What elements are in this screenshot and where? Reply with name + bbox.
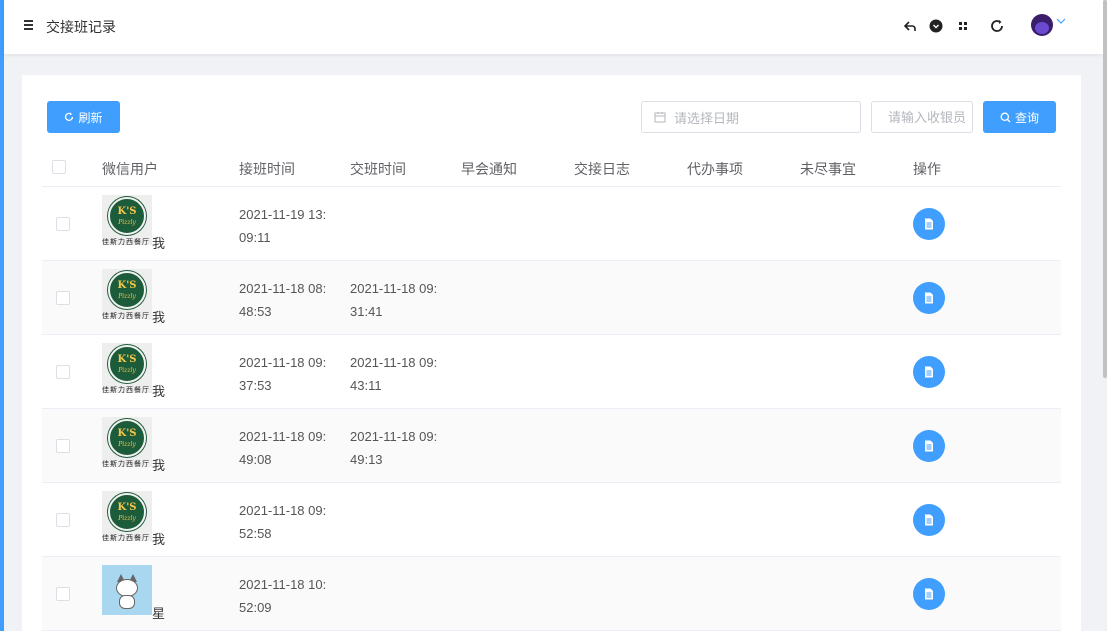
chevron-down-icon[interactable] xyxy=(1056,16,1066,28)
search-icon xyxy=(1000,112,1011,122)
column-header: 交接日志 xyxy=(574,161,630,177)
back-icon[interactable] xyxy=(900,16,920,36)
start-time: 2021-11-18 10:52:09 xyxy=(239,577,327,615)
user-avatar xyxy=(102,565,152,615)
view-detail-button[interactable] xyxy=(913,282,945,314)
document-icon xyxy=(925,366,933,378)
document-icon xyxy=(925,588,933,600)
apps-icon[interactable] xyxy=(953,16,973,36)
user-name: 我 xyxy=(152,458,166,473)
user-avatar: K'S Pizzly 佳斯力西餐厅 xyxy=(102,269,152,319)
date-placeholder: 请选择日期 xyxy=(674,110,740,126)
column-header: 交班时间 xyxy=(350,161,406,177)
row-checkbox[interactable] xyxy=(56,587,70,601)
view-detail-button[interactable] xyxy=(913,208,945,240)
user-name: 我 xyxy=(152,236,166,251)
select-all-checkbox[interactable] xyxy=(52,160,66,174)
records-table: 微信用户 接班时间 交班时间 早会通知 交接日志 代办事项 未尽事宜 操作 K'… xyxy=(42,149,1061,631)
column-header: 早会通知 xyxy=(461,161,517,177)
search-button[interactable]: 查询 xyxy=(983,101,1056,133)
column-header: 操作 xyxy=(913,161,941,177)
restaurant-logo: K'S Pizzly xyxy=(108,345,146,383)
row-checkbox[interactable] xyxy=(56,217,70,231)
user-name: 我 xyxy=(152,310,166,325)
start-time: 2021-11-18 09:49:08 xyxy=(239,429,327,467)
user-name: 我 xyxy=(152,384,166,399)
refresh-label: 刷新 xyxy=(78,110,103,125)
end-time: 2021-11-18 09:31:41 xyxy=(350,281,438,319)
table-row: K'S Pizzly 佳斯力西餐厅 我 2021-11-18 09:37:53 2… xyxy=(42,335,1061,409)
content-card: 刷新 请选择日期 查询 微信用户 接班时间 交班时间 早会通知 交接日志 代办事… xyxy=(22,75,1081,631)
refresh-icon xyxy=(65,112,74,121)
table-row: K'S Pizzly 佳斯力西餐厅 我 2021-11-18 09:49:08 2… xyxy=(42,409,1061,483)
user-avatar: K'S Pizzly 佳斯力西餐厅 xyxy=(102,491,152,541)
user-avatar: K'S Pizzly 佳斯力西餐厅 xyxy=(102,417,152,467)
user-name: 我 xyxy=(152,532,166,547)
end-time: 2021-11-18 09:49:13 xyxy=(350,429,438,467)
view-detail-button[interactable] xyxy=(913,504,945,536)
restaurant-logo: K'S Pizzly xyxy=(108,419,146,457)
row-checkbox[interactable] xyxy=(56,291,70,305)
start-time: 2021-11-18 09:52:58 xyxy=(239,503,327,541)
restaurant-logo: K'S Pizzly xyxy=(108,271,146,309)
column-header: 微信用户 xyxy=(102,161,158,177)
table-header: 微信用户 接班时间 交班时间 早会通知 交接日志 代办事项 未尽事宜 操作 xyxy=(42,149,1061,187)
refresh-button[interactable]: 刷新 xyxy=(47,101,120,133)
github-icon[interactable] xyxy=(926,16,946,36)
view-detail-button[interactable] xyxy=(913,578,945,610)
column-header: 接班时间 xyxy=(239,161,295,177)
document-icon xyxy=(925,218,933,230)
date-picker[interactable]: 请选择日期 xyxy=(641,101,861,133)
view-detail-button[interactable] xyxy=(913,430,945,462)
view-detail-button[interactable] xyxy=(913,356,945,388)
column-header: 未尽事宜 xyxy=(800,161,856,177)
end-time: 2021-11-18 09:43:11 xyxy=(350,355,438,393)
avatar[interactable] xyxy=(1031,14,1053,36)
column-header: 代办事项 xyxy=(687,161,743,177)
scrollbar-thumb[interactable] xyxy=(1103,0,1107,378)
start-time: 2021-11-18 08:48:53 xyxy=(239,281,327,319)
row-checkbox[interactable] xyxy=(56,365,70,379)
calendar-icon xyxy=(654,112,666,123)
sidebar-edge xyxy=(0,0,4,631)
page-scrollbar[interactable] xyxy=(1103,0,1107,631)
row-checkbox[interactable] xyxy=(56,513,70,527)
row-checkbox[interactable] xyxy=(56,439,70,453)
search-label: 查询 xyxy=(1014,110,1039,125)
restaurant-logo: K'S Pizzly xyxy=(108,197,146,235)
start-time: 2021-11-18 09:37:53 xyxy=(239,355,327,393)
start-time: 2021-11-19 13:09:11 xyxy=(239,207,327,245)
menu-icon[interactable] xyxy=(24,18,36,32)
table-row: K'S Pizzly 佳斯力西餐厅 我 2021-11-18 08:48:53 2… xyxy=(42,261,1061,335)
user-name: 星 xyxy=(152,606,166,621)
user-avatar: K'S Pizzly 佳斯力西餐厅 xyxy=(102,195,152,245)
page-title: 交接班记录 xyxy=(46,19,116,35)
cashier-input[interactable] xyxy=(871,101,973,133)
table-row: K'S Pizzly 佳斯力西餐厅 我 2021-11-18 09:52:58 xyxy=(42,483,1061,557)
restaurant-logo: K'S Pizzly xyxy=(108,493,146,531)
table-row: K'S Pizzly 佳斯力西餐厅 我 2021-11-19 13:09:11 xyxy=(42,187,1061,261)
document-icon xyxy=(925,514,933,526)
table-row: 星 2021-11-18 10:52:09 xyxy=(42,557,1061,631)
document-icon xyxy=(925,292,933,304)
document-icon xyxy=(925,440,933,452)
top-navbar: 交接班记录 xyxy=(4,0,1103,54)
user-avatar: K'S Pizzly 佳斯力西餐厅 xyxy=(102,343,152,393)
refresh-icon[interactable] xyxy=(987,16,1007,36)
